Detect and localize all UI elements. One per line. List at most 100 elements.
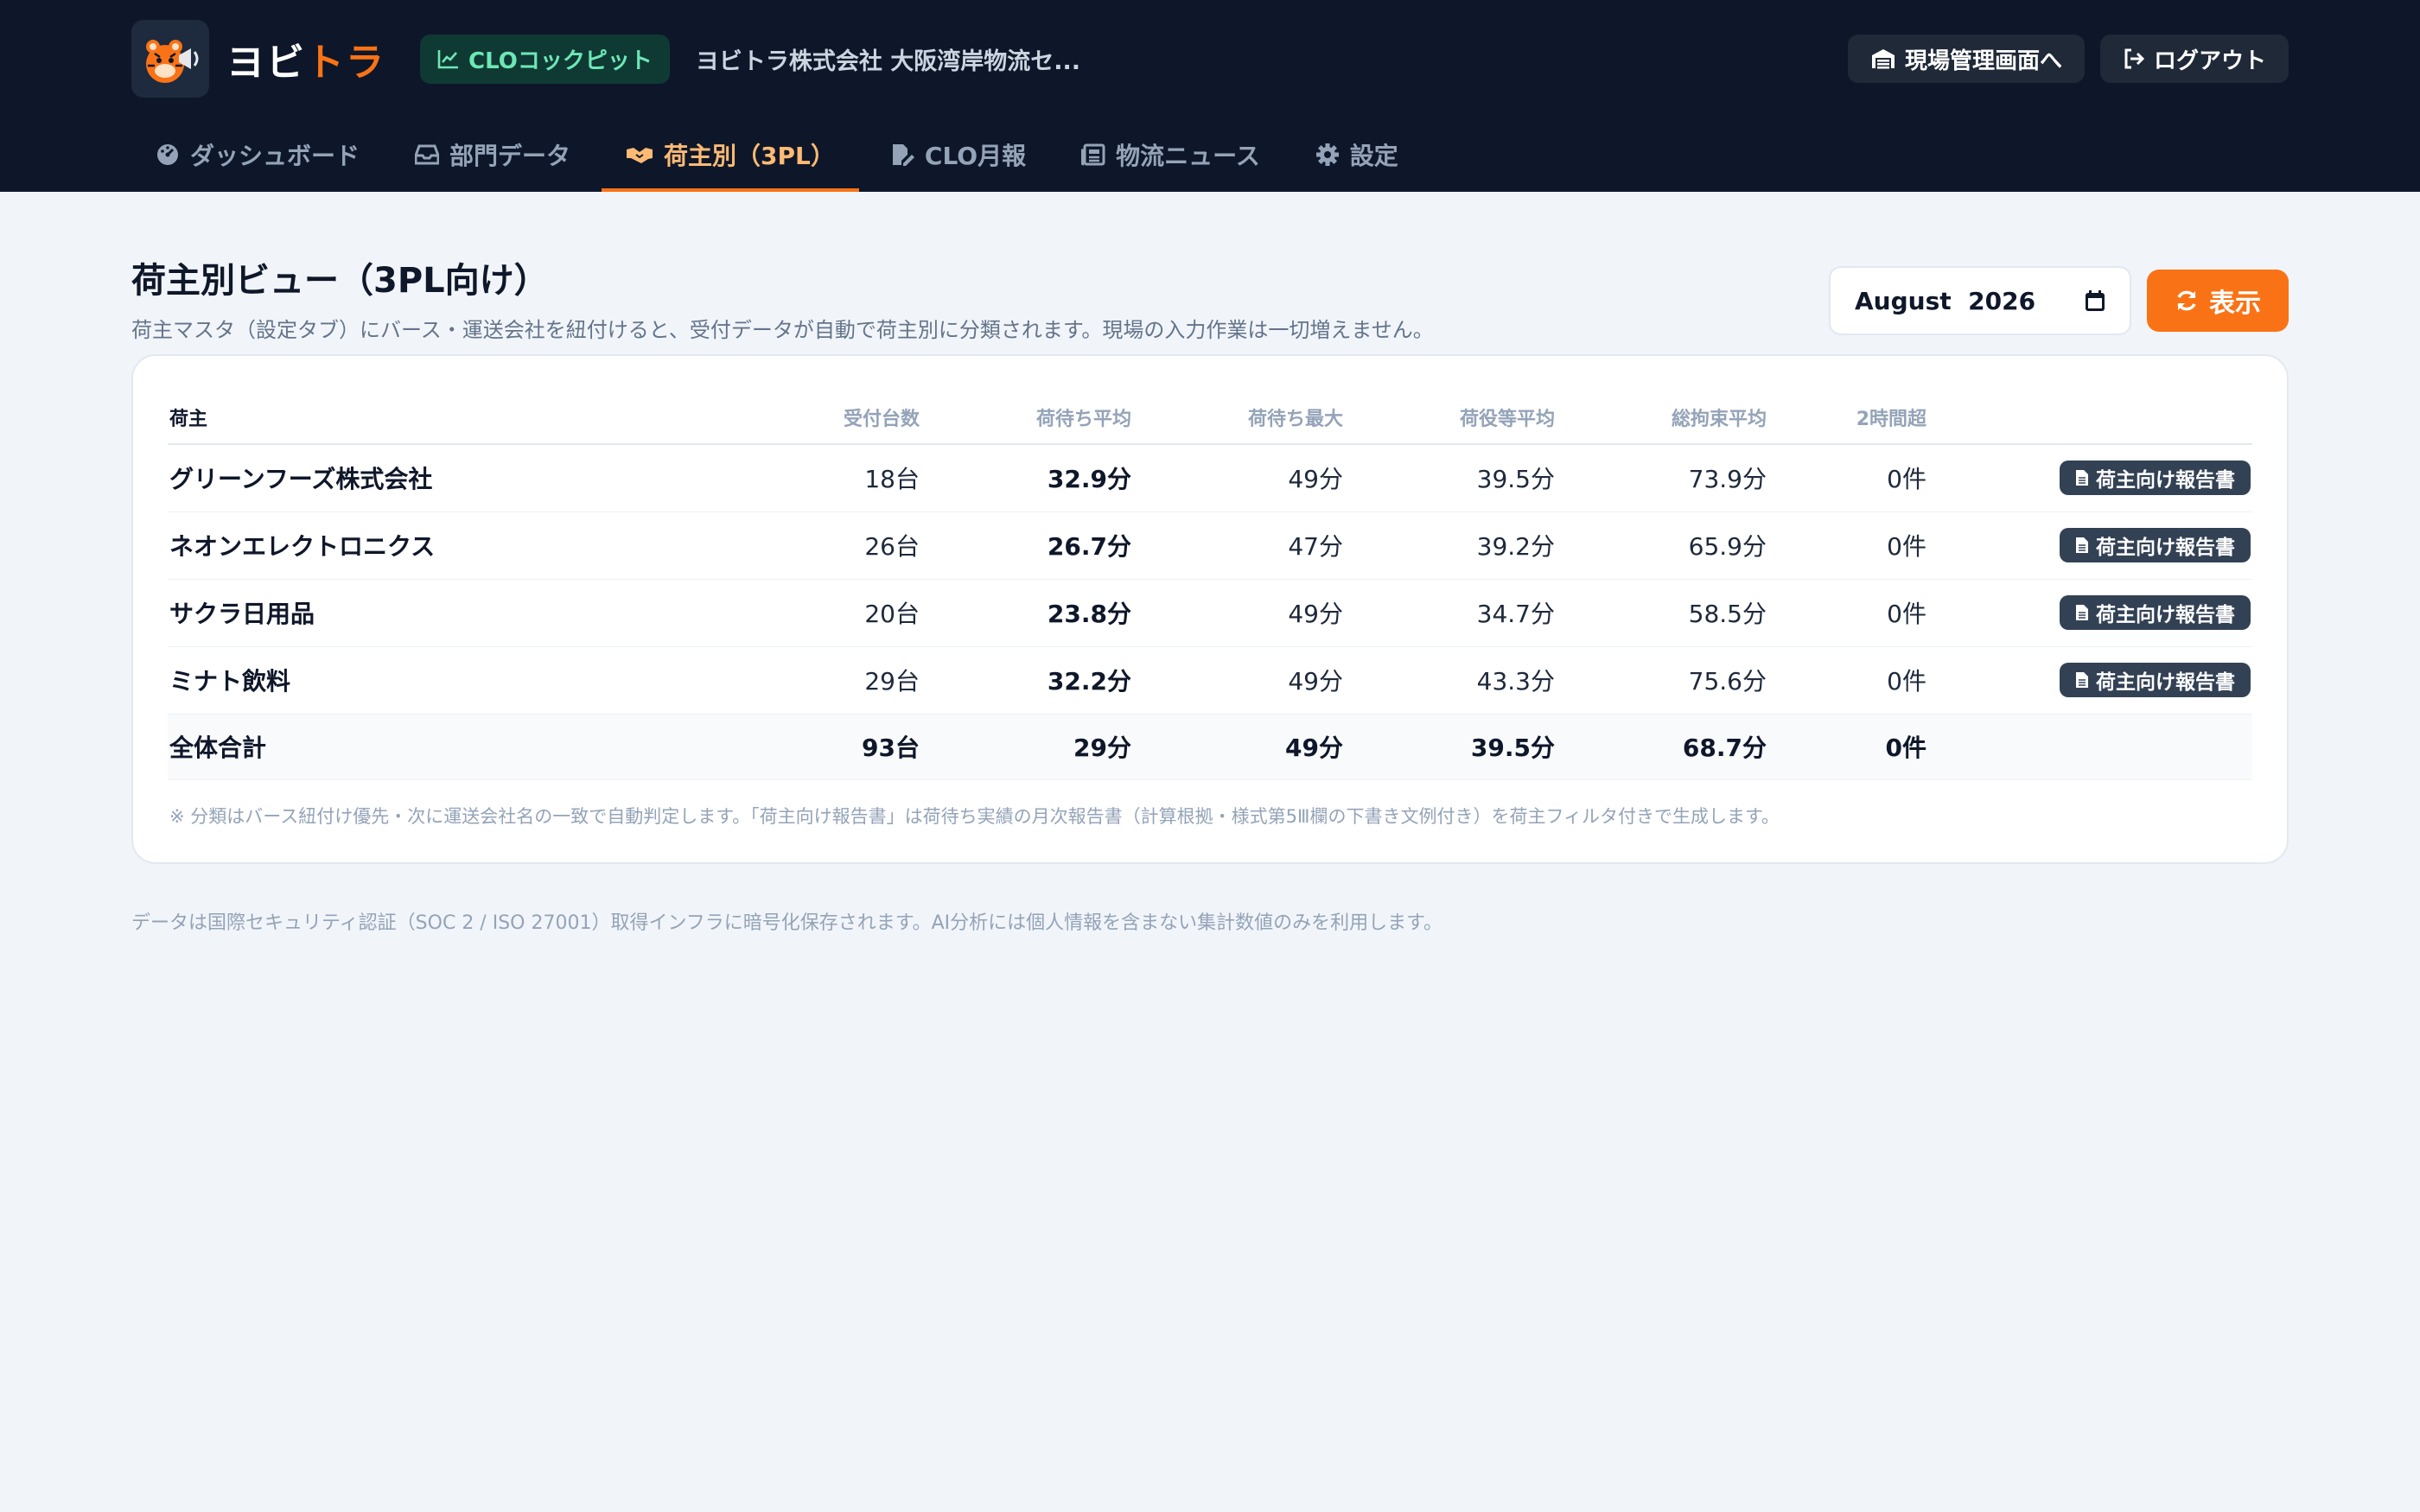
tab-label: 部門データ	[449, 142, 571, 170]
shipper-name: グリーンフーズ株式会社	[168, 444, 825, 512]
tab-label: ダッシュボード	[190, 142, 360, 170]
col-handling-avg: 荷役等平均	[1343, 391, 1555, 445]
calendar-icon[interactable]	[2085, 289, 2105, 312]
over-2h-cell: 0件	[1767, 579, 1926, 647]
total-count-cell: 93台	[825, 714, 920, 780]
count-cell: 26台	[825, 511, 920, 580]
handling-avg-cell: 43.3分	[1343, 646, 1555, 715]
month-picker-input[interactable]: August 2026	[1829, 266, 2131, 335]
shipper-name: ネオンエレクトロニクス	[168, 511, 825, 580]
page-subtitle: 荷主マスタ（設定タブ）にバース・運送会社を紐付けると、受付データが自動で荷主別に…	[131, 318, 1434, 342]
tab-clo-report[interactable]: CLO月報	[866, 118, 1050, 192]
newspaper-icon	[1081, 143, 1105, 166]
report-button-label: 荷主向け報告書	[2096, 468, 2235, 492]
line-chart-icon	[437, 50, 458, 69]
top-bar: ヨビトラ CLOコックピット ヨビトラ株式会社 大阪湾岸物流セ... 現場管理画…	[0, 0, 2420, 118]
top-actions: 現場管理画面へ ログアウト	[1847, 35, 2289, 83]
total-avg-cell: 58.5分	[1555, 579, 1767, 647]
col-shipper: 荷主	[168, 391, 825, 445]
sign-out-icon	[2124, 48, 2145, 69]
col-count: 受付台数	[825, 391, 920, 445]
col-over-2h: 2時間超	[1767, 391, 1926, 445]
main-content: 荷主別ビュー（3PL向け） 荷主マスタ（設定タブ）にバース・運送会社を紐付けると…	[0, 235, 2420, 935]
show-button-label: 表示	[2209, 289, 2261, 318]
show-button[interactable]: 表示	[2147, 270, 2289, 332]
action-cell: 荷主向け報告書	[1926, 511, 2252, 580]
tiger-logo-icon[interactable]	[131, 20, 209, 98]
file-icon	[2076, 470, 2088, 486]
tab-shipper[interactable]: 荷主別（3PL）	[602, 118, 859, 192]
wait-max-cell: 47分	[1131, 511, 1343, 580]
total-wait-max-cell: 49分	[1131, 714, 1343, 780]
inbox-icon	[415, 144, 440, 165]
count-cell: 18台	[825, 444, 920, 512]
shipper-table: 荷主 受付台数 荷待ち平均 荷待ち最大 荷役等平均 総拘束平均 2時間超 グリー…	[168, 391, 2252, 780]
controls: August 2026 表示	[1829, 266, 2289, 335]
col-wait-avg: 荷待ち平均	[920, 391, 1131, 445]
page-title: 荷主別ビュー（3PL向け）	[131, 261, 549, 301]
shipper-report-button[interactable]: 荷主向け報告書	[2060, 595, 2251, 630]
shipper-table-card: 荷主 受付台数 荷待ち平均 荷待ち最大 荷役等平均 総拘束平均 2時間超 グリー…	[131, 354, 2289, 864]
over-2h-cell: 0件	[1767, 646, 1926, 715]
table-row: ミナト飲料 29台 32.2分 49分 43.3分 75.6分 0件 荷主向け報…	[168, 646, 2252, 715]
total-handling-avg-cell: 39.5分	[1343, 714, 1555, 780]
report-button-label: 荷主向け報告書	[2096, 536, 2235, 558]
shipper-report-button[interactable]: 荷主向け報告書	[2060, 528, 2251, 562]
file-icon	[2076, 605, 2088, 620]
total-wait-avg-cell: 29分	[920, 714, 1131, 780]
app-header: ヨビトラ CLOコックピット ヨビトラ株式会社 大阪湾岸物流セ... 現場管理画…	[0, 0, 2420, 192]
col-wait-max: 荷待ち最大	[1131, 391, 1343, 445]
total-row: 全体合計 93台 29分 49分 39.5分 68.7分 0件	[168, 714, 2252, 780]
shipper-report-button[interactable]: 荷主向け報告書	[2060, 461, 2251, 496]
total-avg-cell: 73.9分	[1555, 444, 1767, 512]
file-pen-icon	[892, 144, 914, 166]
total-total-avg-cell: 68.7分	[1555, 714, 1767, 780]
gauge-icon	[157, 144, 178, 165]
tab-dashboard[interactable]: ダッシュボード	[131, 118, 384, 192]
count-cell: 20台	[825, 579, 920, 647]
company-name: ヨビトラ株式会社 大阪湾岸物流セ...	[695, 48, 1080, 75]
table-row: サクラ日用品 20台 23.8分 49分 34.7分 58.5分 0件 荷主向け…	[168, 579, 2252, 647]
shipper-name: サクラ日用品	[168, 579, 825, 647]
table-row: グリーンフーズ株式会社 18台 32.9分 49分 39.5分 73.9分 0件…	[168, 444, 2252, 512]
total-label: 全体合計	[168, 714, 825, 780]
action-cell: 荷主向け報告書	[1926, 444, 2252, 512]
shipper-report-button[interactable]: 荷主向け報告書	[2060, 663, 2251, 697]
tab-label: 荷主別（3PL）	[664, 142, 835, 170]
site-admin-button[interactable]: 現場管理画面へ	[1847, 35, 2085, 83]
col-total-avg: 総拘束平均	[1555, 391, 1767, 445]
tab-news[interactable]: 物流ニュース	[1057, 118, 1284, 192]
handshake-icon	[627, 148, 653, 163]
wait-max-cell: 49分	[1131, 646, 1343, 715]
wait-avg-cell: 32.9分	[920, 444, 1131, 512]
title-block: 荷主別ビュー（3PL向け） 荷主マスタ（設定タブ）にバース・運送会社を紐付けると…	[131, 235, 1434, 343]
total-over-2h-cell: 0件	[1767, 714, 1926, 780]
over-2h-cell: 0件	[1767, 511, 1926, 580]
brand-main: ヨビ	[226, 41, 306, 85]
total-avg-cell: 75.6分	[1555, 646, 1767, 715]
classification-note: ※ 分類はバース紐付け優先・次に運送会社名の一致で自動判定します。「荷主向け報告…	[169, 805, 1780, 827]
file-icon	[2076, 672, 2088, 688]
wait-avg-cell: 23.8分	[920, 579, 1131, 647]
report-button-label: 荷主向け報告書	[2096, 670, 2235, 693]
col-action	[1926, 391, 2252, 445]
logout-button[interactable]: ログアウト	[2099, 35, 2289, 83]
tab-settings[interactable]: 設定	[1291, 118, 1423, 192]
table-row: ネオンエレクトロニクス 26台 26.7分 47分 39.2分 65.9分 0件…	[168, 511, 2252, 580]
wait-max-cell: 49分	[1131, 579, 1343, 647]
handling-avg-cell: 34.7分	[1343, 579, 1555, 647]
table-header-row: 荷主 受付台数 荷待ち平均 荷待ち最大 荷役等平均 総拘束平均 2時間超	[168, 391, 2252, 445]
tab-label: 設定	[1349, 142, 1398, 170]
brand-accent: トラ	[306, 41, 385, 85]
tab-department-data[interactable]: 部門データ	[391, 118, 595, 192]
logout-label: ログアウト	[2153, 47, 2266, 73]
total-action-cell	[1926, 714, 2252, 780]
wait-max-cell: 49分	[1131, 444, 1343, 512]
title-row: 荷主別ビュー（3PL向け） 荷主マスタ（設定タブ）にバース・運送会社を紐付けると…	[131, 235, 2289, 342]
tab-label: 物流ニュース	[1116, 142, 1260, 170]
brand-name: ヨビトラ	[226, 31, 385, 86]
clo-badge-label: CLOコックピット	[468, 48, 653, 74]
site-admin-label: 現場管理画面へ	[1904, 47, 2062, 73]
action-cell: 荷主向け報告書	[1926, 579, 2252, 647]
tab-label: CLO月報	[924, 142, 1027, 170]
